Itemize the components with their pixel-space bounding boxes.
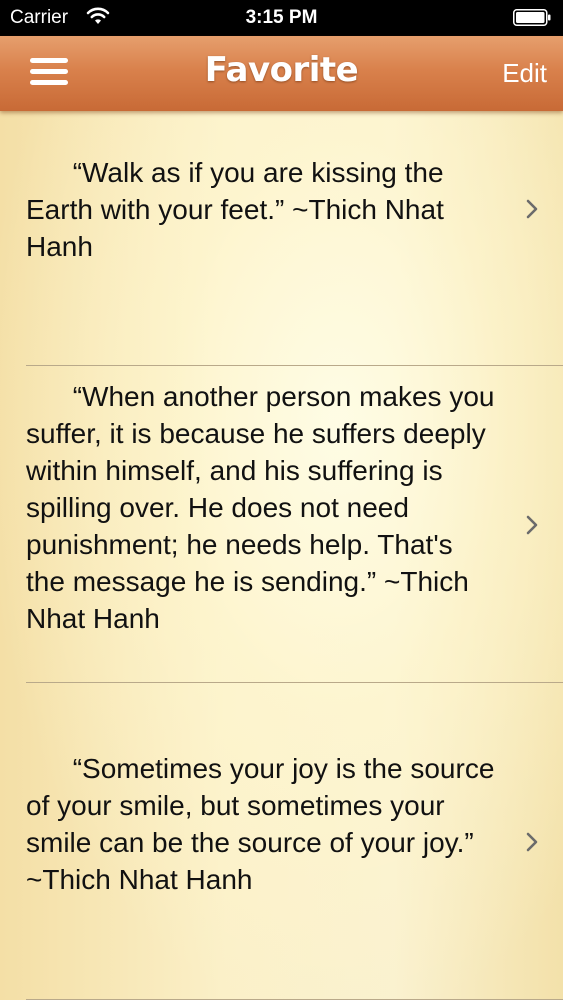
chevron-right-icon: [526, 515, 538, 535]
edit-button[interactable]: Edit: [502, 58, 547, 89]
status-bar: Carrier 3:15 PM: [0, 0, 563, 36]
quote-row-3[interactable]: “Sometimes your joy is the source of you…: [0, 683, 563, 999]
chevron-right-icon: [526, 199, 538, 219]
favorites-list: “Walk as if you are kissing the Earth wi…: [0, 111, 563, 1000]
chevron-right-icon: [526, 832, 538, 852]
clock-time: 3:15 PM: [245, 7, 318, 28]
quote-row-2[interactable]: “When another person makes you suffer, i…: [0, 366, 563, 682]
quote-text: “Walk as if you are kissing the Earth wi…: [26, 157, 452, 262]
page-title: Favorite: [204, 50, 359, 90]
quote-text: “When another person makes you suffer, i…: [26, 381, 503, 634]
navigation-bar: Favorite Edit: [0, 36, 563, 111]
quote-text: “Sometimes your joy is the source of you…: [26, 753, 503, 895]
quote-row-1[interactable]: “Walk as if you are kissing the Earth wi…: [0, 111, 563, 365]
battery-icon: [513, 9, 551, 26]
